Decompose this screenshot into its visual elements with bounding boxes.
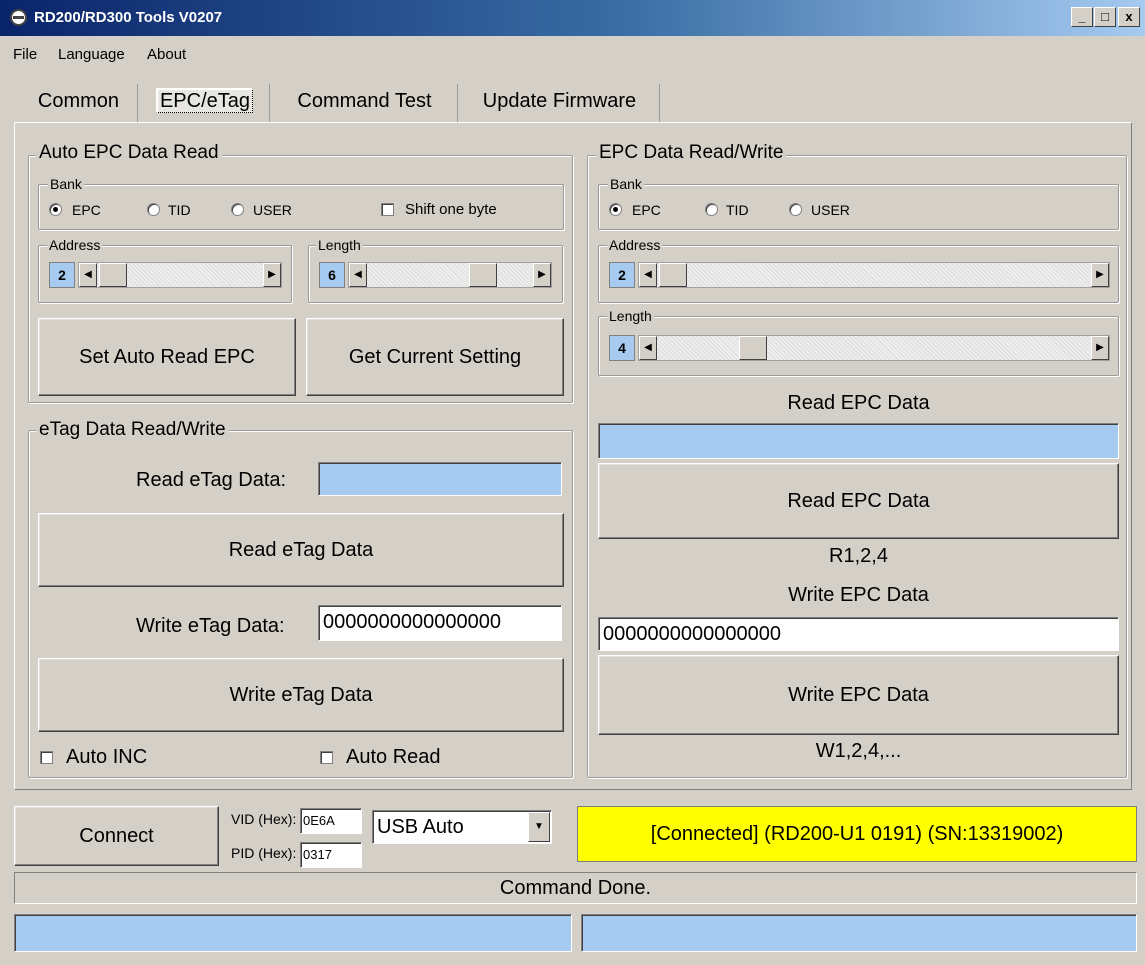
status-panel-right <box>581 914 1137 952</box>
tab-common[interactable]: Common <box>20 84 138 122</box>
menu-file[interactable]: File <box>13 46 37 63</box>
rw-bank-user-label: USER <box>811 202 850 218</box>
rw-bank-tid-label: TID <box>726 202 749 218</box>
status-message-bar: Command Done. <box>14 872 1137 904</box>
write-epc-button[interactable]: Write EPC Data <box>598 655 1119 735</box>
shift-one-byte-label: Shift one byte <box>405 201 497 218</box>
read-epc-heading: Read EPC Data <box>787 392 930 414</box>
rw-bank-title: Bank <box>608 176 644 192</box>
auto-address-title: Address <box>47 237 103 253</box>
epc-rw-title: EPC Data Read/Write <box>596 143 787 163</box>
rw-length-left-arrow-icon[interactable]: ◀ <box>639 336 657 360</box>
menu-about[interactable]: About <box>147 46 186 63</box>
auto-bank-tid-label: TID <box>168 202 191 218</box>
auto-address-thumb[interactable] <box>99 263 127 287</box>
mode-select[interactable]: USB Auto <box>372 810 552 844</box>
rw-length-right-arrow-icon[interactable]: ▶ <box>1091 336 1109 360</box>
write-etag-label: Write eTag Data: <box>136 615 285 637</box>
read-epc-command: R1,2,4 <box>829 545 888 567</box>
rw-bank-tid-radio[interactable] <box>705 203 718 216</box>
write-epc-input[interactable]: 0000000000000000 <box>598 617 1119 651</box>
read-epc-field <box>598 423 1119 459</box>
tab-epc-etag-label: EPC/eTag <box>155 88 254 113</box>
title-bar: RD200/RD300 Tools V0207 _ □ x <box>0 0 1145 36</box>
rw-bank-epc-label: EPC <box>632 202 661 218</box>
auto-inc-label: Auto INC <box>66 746 148 768</box>
mode-select-value: USB Auto <box>377 816 464 838</box>
read-epc-button[interactable]: Read EPC Data <box>598 463 1119 539</box>
read-etag-field <box>318 462 562 496</box>
rw-address-value: 2 <box>609 262 635 288</box>
pid-input[interactable]: 0317 <box>300 842 362 868</box>
write-epc-heading: Write EPC Data <box>788 584 929 606</box>
rw-address-title: Address <box>607 237 663 253</box>
auto-length-left-arrow-icon[interactable]: ◀ <box>349 263 367 287</box>
minimize-button[interactable]: _ <box>1071 7 1093 27</box>
rw-length-scrollbar[interactable]: ◀ ▶ <box>638 335 1110 361</box>
auto-address-right-arrow-icon[interactable]: ▶ <box>263 263 281 287</box>
connection-status-badge: [Connected] (RD200-U1 0191) (SN:13319002… <box>577 806 1137 862</box>
rw-address-left-arrow-icon[interactable]: ◀ <box>639 263 657 287</box>
read-etag-button[interactable]: Read eTag Data <box>38 513 564 587</box>
auto-read-checkbox[interactable] <box>320 751 333 764</box>
rw-bank-epc-radio[interactable] <box>609 203 622 216</box>
auto-length-value: 6 <box>319 262 345 288</box>
rw-address-right-arrow-icon[interactable]: ▶ <box>1091 263 1109 287</box>
auto-address-value: 2 <box>49 262 75 288</box>
auto-epc-title: Auto EPC Data Read <box>36 143 222 163</box>
auto-bank-title: Bank <box>48 176 84 192</box>
auto-read-label: Auto Read <box>346 746 441 768</box>
rw-bank-group <box>598 184 1119 230</box>
pid-label: PID (Hex): <box>231 845 297 861</box>
tab-update-firmware[interactable]: Update Firmware <box>460 84 660 122</box>
tab-epc-etag[interactable]: EPC/eTag <box>140 84 270 122</box>
rw-length-title: Length <box>607 308 654 324</box>
auto-address-scrollbar[interactable]: ◀ ▶ <box>78 262 282 288</box>
auto-bank-epc-label: EPC <box>72 202 101 218</box>
vid-label: VID (Hex): <box>231 811 297 827</box>
etag-title: eTag Data Read/Write <box>36 420 229 440</box>
write-etag-button[interactable]: Write eTag Data <box>38 658 564 732</box>
shift-one-byte-checkbox[interactable] <box>381 203 394 216</box>
auto-bank-user-label: USER <box>253 202 292 218</box>
write-etag-input[interactable]: 0000000000000000 <box>318 605 562 641</box>
rw-bank-user-radio[interactable] <box>789 203 802 216</box>
auto-length-scrollbar[interactable]: ◀ ▶ <box>348 262 552 288</box>
window-title: RD200/RD300 Tools V0207 <box>34 9 223 26</box>
auto-length-thumb[interactable] <box>469 263 497 287</box>
status-panel-left <box>14 914 572 952</box>
auto-length-right-arrow-icon[interactable]: ▶ <box>533 263 551 287</box>
rw-length-thumb[interactable] <box>739 336 767 360</box>
auto-length-title: Length <box>316 237 363 253</box>
read-etag-label: Read eTag Data: <box>136 469 287 491</box>
maximize-button[interactable]: □ <box>1094 7 1116 27</box>
write-epc-command: W1,2,4,... <box>815 740 902 762</box>
close-button[interactable]: x <box>1118 7 1140 27</box>
vid-input[interactable]: 0E6A <box>300 808 362 834</box>
rw-address-thumb[interactable] <box>659 263 687 287</box>
auto-bank-epc-radio[interactable] <box>49 203 62 216</box>
auto-bank-tid-radio[interactable] <box>147 203 160 216</box>
connect-button[interactable]: Connect <box>14 806 219 866</box>
menu-language[interactable]: Language <box>58 46 125 63</box>
rw-address-scrollbar[interactable]: ◀ ▶ <box>638 262 1110 288</box>
get-current-setting-button[interactable]: Get Current Setting <box>306 318 564 396</box>
tab-command-test[interactable]: Command Test <box>272 84 458 122</box>
auto-address-left-arrow-icon[interactable]: ◀ <box>79 263 97 287</box>
set-auto-read-epc-button[interactable]: Set Auto Read EPC <box>38 318 296 396</box>
auto-bank-user-radio[interactable] <box>231 203 244 216</box>
chevron-down-icon[interactable]: ▼ <box>528 812 550 842</box>
app-icon <box>10 9 27 26</box>
rw-length-value: 4 <box>609 335 635 361</box>
auto-inc-checkbox[interactable] <box>40 751 53 764</box>
